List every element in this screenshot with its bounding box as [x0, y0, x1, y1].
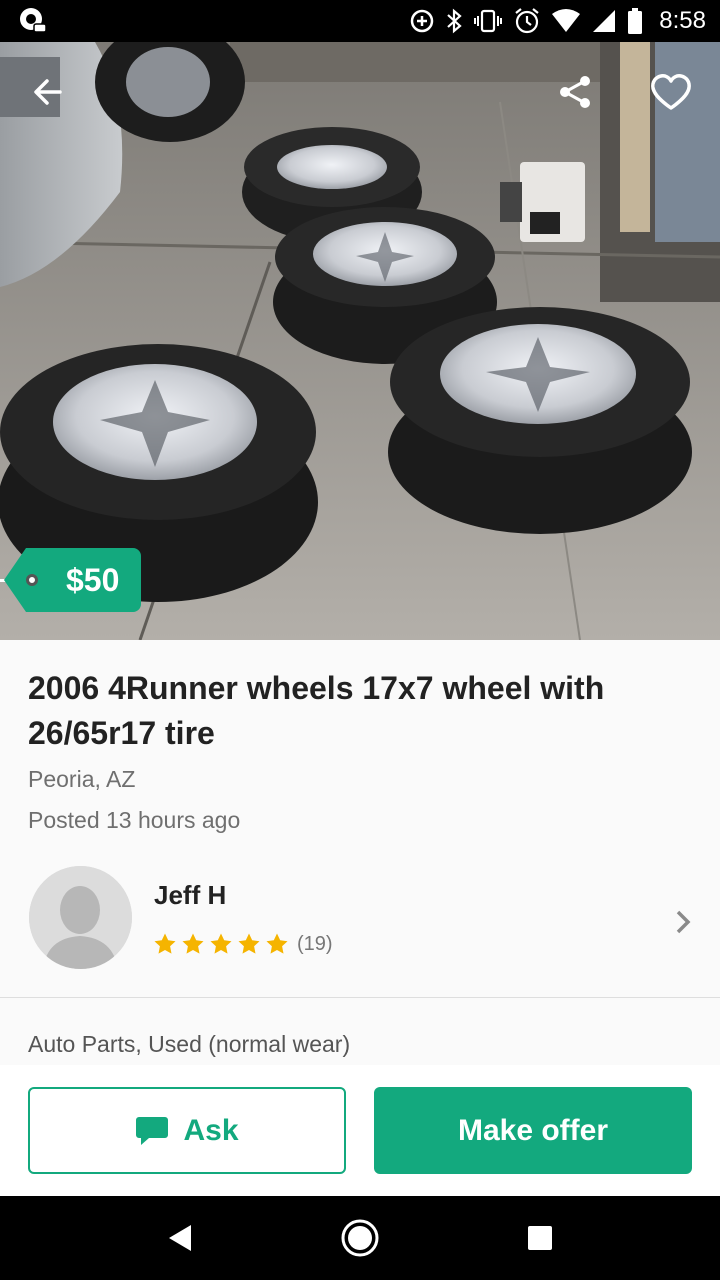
square-recents-icon: [528, 1226, 552, 1250]
listing-title: 2006 4Runner wheels 17x7 wheel with 26/6…: [28, 670, 605, 751]
divider: [0, 997, 720, 998]
nav-recents-button[interactable]: [510, 1208, 570, 1268]
nav-back-button[interactable]: [150, 1208, 210, 1268]
signal-icon: [591, 8, 617, 34]
user-placeholder-icon: [29, 866, 132, 969]
battery-icon: [627, 7, 643, 35]
ask-button[interactable]: Ask: [28, 1087, 346, 1174]
app-notification-icon: [18, 6, 48, 36]
star-icon: [266, 933, 288, 954]
action-bar: Ask Make offer: [0, 1065, 720, 1196]
rating-count: (19): [297, 932, 333, 955]
alarm-icon: [513, 7, 541, 35]
triangle-back-icon: [169, 1225, 191, 1251]
share-button[interactable]: [549, 66, 601, 118]
avatar: [29, 866, 132, 969]
arrow-left-icon: [34, 79, 62, 105]
data-saver-icon: [409, 8, 435, 34]
star-icon: [210, 933, 232, 954]
price-tag: $50: [0, 548, 142, 612]
star-icon: [238, 933, 260, 954]
vibrate-icon: [473, 8, 503, 34]
star-icon: [154, 933, 176, 954]
seller-rating: (19): [153, 932, 333, 956]
status-bar: 8:58: [0, 0, 720, 42]
listing-location: Peoria, AZ: [28, 766, 136, 792]
star-icon: [182, 933, 204, 954]
circle-home-icon: [341, 1219, 379, 1257]
favorite-button[interactable]: [645, 66, 697, 118]
listing-photo[interactable]: $50: [0, 42, 720, 640]
system-nav-bar: [0, 1196, 720, 1280]
heart-icon: [651, 74, 691, 110]
screen: 8:58 $50 2006 4Runner wheels 17x7 wheel …: [0, 0, 720, 1280]
chat-bubble-icon: [136, 1116, 169, 1145]
ask-button-label: Ask: [183, 1113, 239, 1147]
seller-row[interactable]: Jeff H (19): [0, 850, 720, 996]
make-offer-button[interactable]: Make offer: [374, 1087, 692, 1174]
nav-home-button[interactable]: [330, 1208, 390, 1268]
seller-name: Jeff H: [154, 880, 227, 910]
wifi-icon: [551, 8, 581, 34]
price-label: $50: [3, 548, 142, 612]
chevron-right-icon: [676, 910, 691, 934]
listing-category: Auto Parts, Used (normal wear): [28, 1031, 351, 1057]
back-button[interactable]: [22, 66, 74, 118]
status-time: 8:58: [659, 7, 706, 34]
share-icon: [560, 76, 590, 108]
bluetooth-icon: [445, 8, 463, 34]
listing-posted-time: Posted 13 hours ago: [28, 807, 241, 833]
make-offer-button-label: Make offer: [457, 1113, 609, 1147]
